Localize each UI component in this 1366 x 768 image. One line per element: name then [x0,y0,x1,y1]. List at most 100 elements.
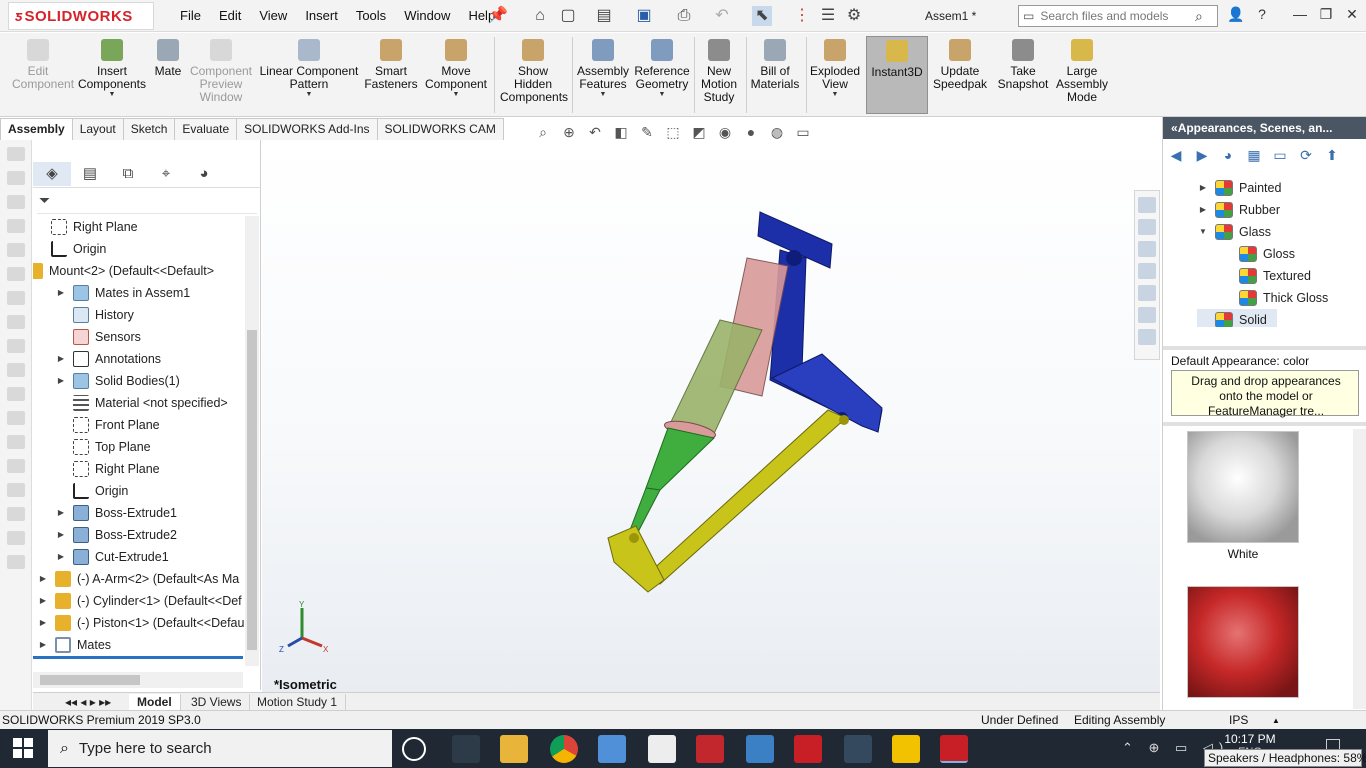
piston-part[interactable] [629,427,716,533]
chevron-right-icon[interactable]: ▶ [1197,199,1209,221]
mate-button[interactable]: Mate [152,39,184,78]
filter-icon[interactable]: ⏷ [37,192,257,214]
bill-of-materials-button[interactable]: Bill of Materials [750,39,800,91]
tool-icon[interactable] [7,363,25,377]
zoom-to-area-icon[interactable]: ⊕ [556,122,582,142]
chevron-down-icon[interactable]: ▼ [1197,221,1209,243]
chevron-right-icon[interactable]: ▶ [55,524,67,546]
appearance-folder[interactable]: ▼ Glass [1197,221,1271,243]
app-icon[interactable] [892,735,920,763]
save-icon[interactable]: ▣ [634,6,654,26]
windows-start-icon[interactable] [12,737,34,759]
take-snapshot-button[interactable]: Take Snapshot [996,39,1050,91]
dynamic-annotation-icon[interactable]: ✎ [634,122,660,142]
tool-icon[interactable] [7,435,25,449]
options-gear-icon[interactable]: ⚙ [844,6,864,26]
tool-icon[interactable] [7,219,25,233]
hide-show-icon[interactable]: ◉ [712,122,738,142]
assembly-features-button[interactable]: Assembly Features ▼ [576,39,630,98]
menu-insert[interactable]: Insert [305,8,338,23]
edit-appearance-icon[interactable]: ● [738,122,764,142]
appearance-folder[interactable]: Gloss [1221,243,1295,265]
assembly-model[interactable] [262,140,1160,693]
chevron-right-icon[interactable]: ▶ [1197,177,1209,199]
menu-edit[interactable]: Edit [219,8,241,23]
units-selector[interactable]: IPS [1229,711,1248,730]
tree-item[interactable]: ▼Mount<2> (Default<<Default> [33,260,214,282]
tab-sketch[interactable]: Sketch [122,118,176,140]
chevron-right-icon[interactable]: ▶ [37,590,49,612]
pane-splitter[interactable] [1163,422,1366,426]
configuration-tab-icon[interactable]: ⧉ [109,162,147,186]
tree-item[interactable]: Right Plane [33,216,138,238]
tab-motion-study[interactable]: Motion Study 1 [249,694,347,710]
tree-item[interactable]: ▶ Annotations [55,348,161,370]
tree-item[interactable]: Origin [55,480,128,502]
cortana-icon[interactable] [402,737,426,761]
tree-item[interactable]: ▶ Boss-Extrude2 [55,524,177,546]
linear-pattern-button[interactable]: Linear Component Pattern ▼ [258,39,360,98]
tool-icon[interactable] [7,195,25,209]
taskbar-search[interactable]: ⌕ Type here to search [48,730,392,767]
print-icon[interactable]: ⎙ [674,6,694,26]
tab-cam[interactable]: SOLIDWORKS CAM [376,118,504,140]
file-explorer-icon[interactable] [500,735,528,763]
tab-3d-views[interactable]: 3D Views [183,694,251,710]
view-orientation-icon[interactable]: ⬚ [660,122,686,142]
update-speedpak-button[interactable]: Update Speedpak [932,39,988,91]
large-assembly-mode-button[interactable]: Large Assembly Mode [1056,39,1108,104]
appearance-tab-icon[interactable]: ◕ [185,162,223,186]
refresh-icon[interactable]: ⟳ [1293,143,1319,169]
exploded-view-button[interactable]: Exploded View ▼ [810,39,860,98]
chrome-icon[interactable] [550,735,578,763]
search-input[interactable]: Search files and models [1040,9,1195,23]
tool-icon[interactable] [7,171,25,185]
home-icon[interactable]: ⌂ [530,6,550,26]
solidworks-2019-icon[interactable] [794,735,822,763]
tool-icon[interactable] [7,339,25,353]
tool-icon[interactable] [7,267,25,281]
chevron-right-icon[interactable]: ▶ [55,370,67,392]
user-icon[interactable]: 👤 [1226,6,1246,23]
tree-item[interactable]: ▶ Boss-Extrude1 [55,502,177,524]
previous-view-icon[interactable]: ↶ [582,122,608,142]
design-library-tab-icon[interactable] [1138,219,1156,235]
move-component-button[interactable]: Move Component ▼ [424,39,488,98]
app-icon[interactable] [844,735,872,763]
calculator-icon[interactable] [648,735,676,763]
appearance-folder[interactable]: Thick Gloss [1221,287,1328,309]
tree-item[interactable]: Material <not specified> [55,392,228,414]
chevron-right-icon[interactable]: ▶ [37,612,49,634]
task-view-icon[interactable] [452,735,480,763]
tool-icon[interactable] [7,243,25,257]
chevron-right-icon[interactable]: ▶ [55,348,67,370]
appearance-folder[interactable]: Textured [1221,265,1311,287]
show-hidden-components-button[interactable]: Show Hidden Components [500,39,568,104]
resources-tab-icon[interactable] [1138,197,1156,213]
chevron-down-icon[interactable]: ▼ [659,88,666,101]
traffic-light-icon[interactable]: ⋮ [792,6,812,26]
help-icon[interactable]: ? [1252,6,1272,22]
tree-item[interactable]: Right Plane [55,458,160,480]
open-folder-icon[interactable]: ▤ [594,6,614,26]
restore-icon[interactable]: ❐ [1316,6,1336,23]
file-properties-icon[interactable]: ☰ [818,6,838,26]
apply-scene-icon[interactable]: ◍ [764,122,790,142]
tree-item[interactable]: ▶ Solid Bodies(1) [55,370,180,392]
appearance-folder[interactable]: ▶ Painted [1197,177,1281,199]
chevron-down-icon[interactable]: ▼ [306,88,313,101]
zoom-to-fit-icon[interactable]: ⌕ [530,122,556,142]
new-document-icon[interactable]: ▢ [558,6,578,26]
tool-icon[interactable] [7,411,25,425]
chevron-down-icon[interactable]: ▼ [453,88,460,101]
custom-properties-tab-icon[interactable] [1138,307,1156,323]
chevron-down-icon[interactable]: ▼ [109,88,116,101]
solidworks-logo[interactable]: ƽ SOLIDWORKS [8,2,154,30]
search-icon[interactable]: ⌕ [1195,8,1211,24]
chevron-right-icon[interactable]: ▶ [55,546,67,568]
up-arrow-icon[interactable]: ⬆ [1319,143,1345,169]
tool-icon[interactable] [7,555,25,569]
tree-item[interactable]: ▶ (-) Cylinder<1> (Default<<Def [37,590,242,612]
appearance-swatch-red[interactable] [1187,586,1299,698]
tab-evaluate[interactable]: Evaluate [174,118,238,140]
